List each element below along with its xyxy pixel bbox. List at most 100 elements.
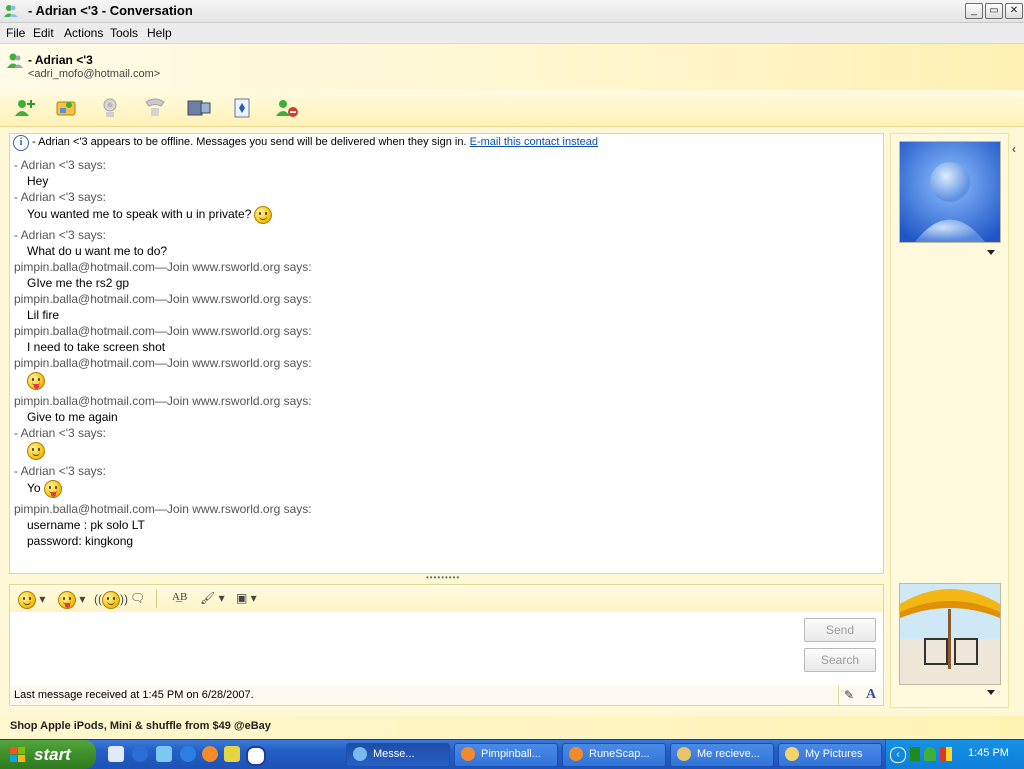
tray-messenger-icon[interactable] — [924, 747, 936, 761]
activities-icon[interactable] — [186, 96, 212, 120]
maximize-button[interactable]: ▭ — [985, 3, 1003, 19]
sender-label: pimpin.balla@hotmail.com—Join www.rsworl… — [14, 260, 312, 274]
minimize-icon: _ — [971, 5, 977, 16]
status-divider — [838, 686, 839, 705]
tongue-emoticon-icon — [43, 480, 62, 498]
search-button[interactable]: Search — [804, 648, 876, 672]
games-icon[interactable] — [230, 96, 256, 120]
contact-email: <adri_mofo@hotmail.com> — [28, 68, 161, 80]
sender-line: pimpin.balla@hotmail.com—Join www.rsworl… — [14, 260, 312, 274]
firefox-icon[interactable] — [202, 746, 218, 762]
wink-icon — [58, 591, 76, 609]
sender-line: - Adrian <'3 says: — [14, 426, 106, 440]
task-label: Messe... — [373, 748, 415, 760]
contact-display-picture[interactable] — [899, 141, 1001, 243]
offline-info-bar: i - Adrian <'3 appears to be offline. Me… — [9, 133, 884, 153]
tray-meter-icon[interactable] — [910, 747, 920, 761]
user-picture-menu-arrow[interactable] — [987, 690, 995, 695]
voice-clip-icon: 🗨 — [130, 591, 146, 605]
collapse-arrow-icon[interactable]: ‹ — [1012, 142, 1016, 156]
font-button[interactable]: A͟B — [172, 591, 187, 607]
show-desktop-icon[interactable] — [108, 746, 124, 762]
call-icon[interactable] — [142, 96, 168, 120]
block-icon[interactable] — [274, 96, 300, 120]
task-label: Me recieve... — [697, 748, 760, 760]
task-app-icon — [569, 747, 583, 761]
contact-name: - Adrian <'3 — [28, 53, 93, 67]
ad-text[interactable]: Shop Apple iPods, Mini & shuffle from $4… — [10, 720, 271, 732]
menu-help[interactable]: Help — [147, 26, 172, 40]
invite-contact-icon[interactable] — [12, 96, 38, 120]
message-body: I need to take screen shot — [27, 340, 166, 354]
message-input[interactable]: Send Search — [9, 612, 884, 687]
nudge-face-icon — [102, 591, 120, 609]
webcam-icon[interactable] — [98, 96, 124, 120]
voice-clip-button[interactable]: 🗨 — [130, 591, 145, 607]
message-body: Give to me again — [27, 410, 118, 424]
message-text — [27, 442, 45, 460]
itunes-icon[interactable] — [156, 746, 172, 762]
task-app-icon — [677, 747, 691, 761]
messenger-icon — [4, 5, 18, 17]
sender-line: pimpin.balla@hotmail.com—Join www.rsworl… — [14, 292, 312, 306]
message-text: password: kingkong — [27, 534, 133, 548]
internet-explorer-icon[interactable] — [180, 746, 196, 762]
font-icon: A͟B — [172, 591, 188, 603]
send-button[interactable]: Send — [804, 618, 876, 642]
menu-tools[interactable]: Tools — [110, 26, 138, 40]
message-body: What do u want me to do? — [27, 244, 168, 258]
close-button[interactable]: ✕ — [1005, 3, 1023, 19]
task-app-icon — [461, 747, 475, 761]
ad-bar[interactable]: Shop Apple iPods, Mini & shuffle from $4… — [0, 716, 1024, 738]
handwriting-button[interactable]: 🖌 ▾ — [200, 591, 225, 607]
window-title: - Adrian <'3 - Conversation — [28, 3, 193, 18]
start-button[interactable]: start — [0, 740, 96, 769]
taskbar: start Messe... Pimpinball... RuneScap... Me… — [0, 739, 1024, 769]
taskbar-task[interactable]: Me recieve... — [670, 743, 774, 767]
info-icon: i — [13, 135, 29, 151]
sender-line: - Adrian <'3 says: — [14, 158, 106, 172]
message-text: Give to me again — [27, 410, 118, 424]
background-button[interactable]: ▣ ▾ — [236, 591, 257, 607]
menu-file[interactable]: File — [6, 26, 25, 40]
taskbar-task[interactable]: Pimpinball... — [454, 743, 558, 767]
menu-actions[interactable]: Actions — [64, 26, 103, 40]
wink-menu-button[interactable]: ▾ — [58, 591, 85, 609]
quicklaunch-d-icon[interactable] — [246, 746, 266, 766]
menu-edit[interactable]: Edit — [33, 26, 54, 40]
text-mode-icon[interactable]: A — [866, 687, 876, 703]
maximize-icon: ▭ — [989, 5, 999, 16]
taskbar-task[interactable]: Messe... — [346, 743, 450, 767]
tongue-emoticon-icon — [27, 372, 45, 390]
message-text: username : pk solo LT — [27, 518, 145, 532]
tray-app-icon[interactable] — [940, 747, 952, 761]
windows-logo-icon — [10, 747, 25, 762]
offline-notice: - Adrian <'3 appears to be offline. Mess… — [32, 136, 467, 148]
sender-label: pimpin.balla@hotmail.com—Join www.rsworl… — [14, 394, 312, 408]
contact-picture-menu-arrow[interactable] — [987, 250, 995, 255]
task-app-icon — [785, 747, 799, 761]
quicklaunch-app-icon[interactable] — [224, 746, 240, 762]
send-files-icon[interactable] — [54, 96, 80, 120]
email-contact-link[interactable]: E-mail this contact instead — [470, 136, 598, 148]
task-label: My Pictures — [805, 748, 863, 760]
emoticon-menu-button[interactable]: ▾ — [18, 591, 45, 609]
brush-icon: 🖌 — [200, 591, 216, 605]
menu-bar: File Edit Actions Tools Help — [0, 23, 1024, 44]
minimize-button[interactable]: _ — [965, 3, 983, 19]
conversation-history[interactable]: - Adrian <'3 says: Hey - Adrian <'3 says: Y… — [9, 151, 884, 574]
user-display-picture[interactable] — [899, 583, 1001, 685]
media-player-icon[interactable] — [132, 746, 148, 762]
pen-icon[interactable]: ✎ — [844, 688, 854, 702]
taskbar-task[interactable]: My Pictures — [778, 743, 882, 767]
sender-line: pimpin.balla@hotmail.com—Join www.rsworl… — [14, 356, 312, 370]
nudge-button[interactable]: (()) — [94, 591, 128, 609]
tray-expand-icon[interactable]: ‹ — [890, 747, 906, 763]
last-message-status: Last message received at 1:45 PM on 6/28… — [14, 689, 254, 701]
message-text: Hey — [27, 174, 48, 188]
splitter-handle[interactable]: ••••••••• — [426, 574, 462, 582]
sender-label: - Adrian <'3 says: — [14, 426, 107, 440]
sender-label: - Adrian <'3 says: — [14, 158, 107, 172]
taskbar-task[interactable]: RuneScap... — [562, 743, 666, 767]
background-icon: ▣ — [236, 591, 248, 605]
